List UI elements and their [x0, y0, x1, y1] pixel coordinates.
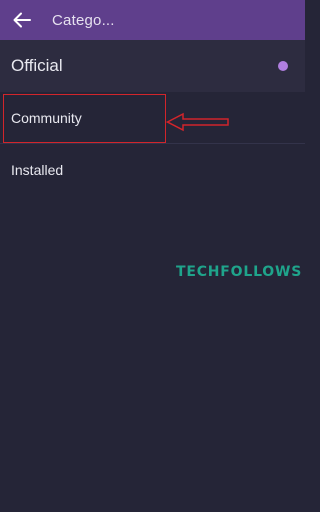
page-title: Catego...	[52, 11, 115, 29]
watermark: TECHFOLLOWS	[176, 264, 303, 280]
selected-indicator-dot	[278, 61, 288, 71]
category-item-label: Official	[11, 56, 63, 75]
category-item-label: Installed	[11, 162, 64, 178]
category-item-installed[interactable]: Installed	[0, 144, 305, 196]
app-bar: Catego...	[0, 0, 305, 40]
arrow-left-icon	[13, 12, 31, 28]
back-button[interactable]	[0, 0, 44, 40]
category-item-official[interactable]: Official	[0, 40, 305, 92]
annotation-highlight-box	[3, 94, 166, 143]
arrow-left-outline-icon	[166, 112, 229, 132]
